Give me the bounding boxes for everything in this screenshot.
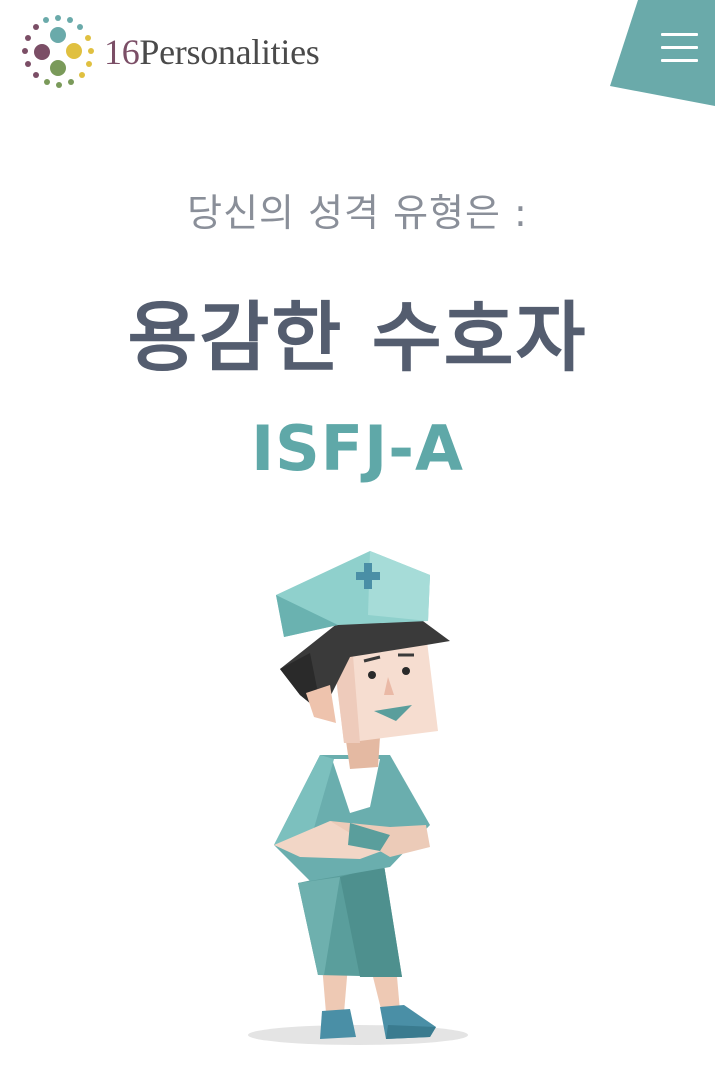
logo-word: Personalities bbox=[139, 32, 320, 72]
logo-number: 16 bbox=[104, 32, 140, 72]
personality-type-code: ISFJ-A bbox=[251, 412, 464, 485]
nurse-character-illustration bbox=[248, 551, 468, 1045]
result-subtitle: 당신의 성격 유형은 : bbox=[187, 191, 528, 235]
menu-button[interactable] bbox=[610, 0, 715, 108]
logo-dots-icon bbox=[22, 15, 94, 88]
logo-wordmark: 16Personalities bbox=[104, 31, 320, 73]
site-header: 16Personalities bbox=[0, 0, 715, 120]
site-logo[interactable]: 16Personalities bbox=[20, 14, 320, 90]
personality-type-name: 용감한 수호자 bbox=[127, 293, 588, 382]
